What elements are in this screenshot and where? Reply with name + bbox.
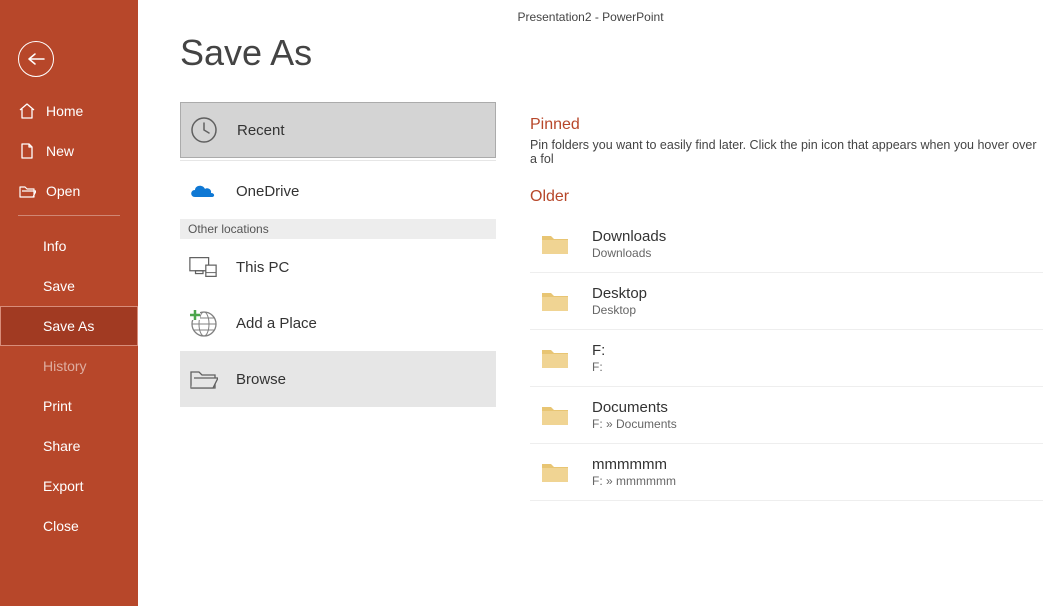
nav-label: Close — [43, 518, 79, 534]
folder-icon — [540, 232, 570, 256]
nav-export[interactable]: Export — [0, 466, 138, 506]
nav-open[interactable]: Open — [0, 171, 138, 211]
nav-share[interactable]: Share — [0, 426, 138, 466]
nav-label: Save As — [43, 318, 94, 334]
page-title: Save As — [180, 32, 494, 74]
back-arrow-icon — [27, 53, 45, 65]
location-recent[interactable]: Recent — [180, 102, 496, 158]
back-button[interactable] — [18, 41, 54, 77]
location-label: Add a Place — [236, 315, 317, 332]
new-icon — [18, 142, 36, 160]
folder-name: mmmmmm — [592, 456, 676, 474]
backstage-sidebar: Home New Open Info Save Save As History … — [0, 0, 138, 606]
sidebar-divider — [18, 215, 120, 216]
folder-path: F: » Documents — [592, 417, 677, 431]
other-locations-header: Other locations — [180, 219, 496, 239]
folder-icon — [540, 346, 570, 370]
nav-save-as[interactable]: Save As — [0, 306, 138, 346]
nav-label: Open — [46, 183, 80, 199]
separator — [180, 160, 496, 161]
folder-path: F: » mmmmmm — [592, 474, 676, 488]
location-label: Browse — [236, 371, 286, 388]
folder-path: Desktop — [592, 303, 647, 317]
main-area: Presentation2 - PowerPoint Save As Recen… — [138, 0, 1043, 606]
location-this-pc[interactable]: This PC — [180, 239, 496, 295]
pinned-description: Pin folders you want to easily find late… — [530, 138, 1043, 166]
nav-label: Home — [46, 103, 83, 119]
window-title: Presentation2 - PowerPoint — [138, 0, 1043, 32]
folder-path: F: — [592, 360, 605, 374]
browse-icon — [188, 364, 218, 394]
folder-name: Documents — [592, 399, 677, 417]
nav-save[interactable]: Save — [0, 266, 138, 306]
open-icon — [18, 182, 36, 200]
location-label: This PC — [236, 259, 289, 276]
folder-row[interactable]: DesktopDesktop — [530, 273, 1043, 330]
folder-row[interactable]: DownloadsDownloads — [530, 216, 1043, 273]
folders-column: Pinned Pin folders you want to easily fi… — [494, 32, 1043, 606]
pinned-heading: Pinned — [530, 116, 1043, 134]
nav-label: Print — [43, 398, 72, 414]
location-add-place[interactable]: Add a Place — [180, 295, 496, 351]
folder-name: Desktop — [592, 285, 647, 303]
folder-row[interactable]: F:F: — [530, 330, 1043, 387]
nav-label: History — [43, 358, 87, 374]
folder-row[interactable]: mmmmmmF: » mmmmmm — [530, 444, 1043, 501]
folder-path: Downloads — [592, 246, 666, 260]
nav-label: New — [46, 143, 74, 159]
nav-info[interactable]: Info — [0, 226, 138, 266]
clock-icon — [189, 115, 219, 145]
onedrive-icon — [188, 176, 218, 206]
location-label: OneDrive — [236, 183, 299, 200]
nav-new[interactable]: New — [0, 131, 138, 171]
home-icon — [18, 102, 36, 120]
location-label: Recent — [237, 122, 285, 139]
nav-label: Save — [43, 278, 75, 294]
location-browse[interactable]: Browse — [180, 351, 496, 407]
nav-close[interactable]: Close — [0, 506, 138, 546]
folder-row[interactable]: DocumentsF: » Documents — [530, 387, 1043, 444]
older-heading: Older — [530, 188, 1043, 206]
folder-icon — [540, 460, 570, 484]
folder-name: Downloads — [592, 228, 666, 246]
folder-icon — [540, 403, 570, 427]
nav-history[interactable]: History — [0, 346, 138, 386]
folder-icon — [540, 289, 570, 313]
nav-print[interactable]: Print — [0, 386, 138, 426]
add-place-icon — [188, 308, 218, 338]
locations-column: Save As Recent OneDrive Other locations — [138, 32, 494, 606]
location-onedrive[interactable]: OneDrive — [180, 163, 496, 219]
nav-label: Info — [43, 238, 66, 254]
nav-label: Export — [43, 478, 83, 494]
this-pc-icon — [188, 252, 218, 282]
nav-label: Share — [43, 438, 80, 454]
nav-home[interactable]: Home — [0, 91, 138, 131]
folder-name: F: — [592, 342, 605, 360]
